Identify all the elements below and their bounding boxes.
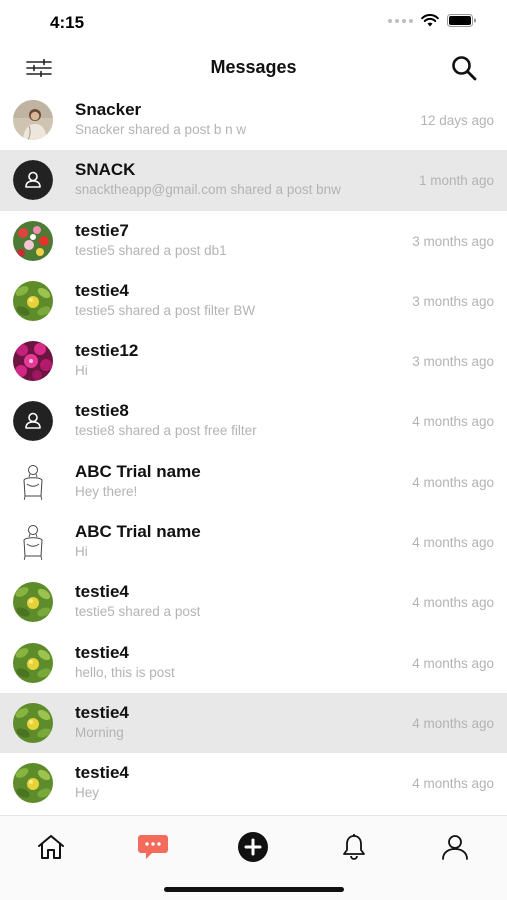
status-icons bbox=[388, 14, 477, 27]
message-row[interactable]: ABC Trial name Hi 4 months ago bbox=[0, 512, 507, 572]
status-bar: 4:15 bbox=[0, 0, 507, 46]
message-timestamp: 4 months ago bbox=[412, 414, 494, 430]
home-indicator bbox=[164, 887, 344, 892]
message-row[interactable]: Snacker Snacker shared a post b n w 12 d… bbox=[0, 90, 507, 150]
default-user-icon bbox=[13, 401, 53, 442]
avatar bbox=[13, 582, 53, 623]
message-list: Snacker Snacker shared a post b n w 12 d… bbox=[0, 90, 507, 815]
message-timestamp: 4 months ago bbox=[412, 535, 494, 551]
message-timestamp: 4 months ago bbox=[412, 474, 494, 490]
message-row[interactable]: testie7 testie5 shared a post db1 3 mont… bbox=[0, 211, 507, 271]
message-timestamp: 3 months ago bbox=[412, 354, 494, 370]
sketch-person-icon bbox=[13, 461, 53, 502]
message-preview: snacktheapp@gmail.com shared a post bnw bbox=[75, 182, 341, 198]
avatar bbox=[13, 280, 53, 321]
search-button[interactable] bbox=[449, 54, 479, 82]
plant-photo-icon bbox=[13, 582, 53, 623]
message-sender-name: testie4 bbox=[75, 763, 129, 783]
nav-bar: Messages bbox=[0, 46, 507, 90]
message-timestamp: 3 months ago bbox=[412, 233, 494, 249]
bell-icon bbox=[343, 834, 365, 860]
message-preview: Hey there! bbox=[75, 483, 138, 499]
portrait-photo-icon bbox=[13, 100, 53, 140]
avatar bbox=[13, 401, 53, 442]
message-preview: Hi bbox=[75, 544, 88, 560]
message-preview: Morning bbox=[75, 724, 124, 740]
message-sender-name: SNACK bbox=[75, 160, 136, 180]
message-preview: testie5 shared a post db1 bbox=[75, 242, 227, 258]
avatar bbox=[13, 702, 53, 743]
cellular-signal-icon bbox=[388, 18, 413, 23]
tab-messages[interactable] bbox=[133, 832, 173, 862]
message-timestamp: 3 months ago bbox=[412, 293, 494, 309]
message-sender-name: testie4 bbox=[75, 280, 129, 300]
message-timestamp: 4 months ago bbox=[412, 595, 494, 611]
status-time: 4:15 bbox=[50, 13, 85, 32]
tab-create[interactable] bbox=[233, 832, 273, 862]
home-icon bbox=[38, 835, 64, 859]
message-preview: Snacker shared a post b n w bbox=[75, 122, 247, 137]
avatar bbox=[13, 642, 53, 683]
plant-photo-icon bbox=[13, 763, 53, 804]
message-preview: testie8 shared a post free filter bbox=[75, 423, 257, 439]
message-sender-name: testie4 bbox=[75, 702, 129, 722]
message-sender-name: Snacker bbox=[75, 100, 142, 119]
tab-profile[interactable] bbox=[435, 832, 475, 862]
chat-bubble-icon bbox=[138, 835, 168, 859]
plant-photo-icon bbox=[13, 280, 53, 321]
sketch-person-icon bbox=[13, 522, 53, 563]
message-timestamp: 1 month ago bbox=[418, 173, 494, 189]
message-row[interactable]: testie4 testie5 shared a post filter BW … bbox=[0, 271, 507, 331]
message-preview: Hi bbox=[75, 363, 88, 379]
message-timestamp: 4 months ago bbox=[412, 715, 494, 731]
message-sender-name: testie8 bbox=[75, 401, 129, 421]
page-title: Messages bbox=[210, 57, 297, 77]
message-preview: Hey bbox=[75, 785, 100, 801]
default-user-icon bbox=[13, 160, 53, 201]
message-sender-name: ABC Trial name bbox=[75, 461, 201, 481]
user-icon bbox=[442, 835, 468, 860]
message-preview: testie5 shared a post filter BW bbox=[75, 302, 256, 318]
tab-home[interactable] bbox=[31, 832, 71, 862]
tab-bar bbox=[0, 815, 507, 900]
message-sender-name: ABC Trial name bbox=[75, 522, 201, 542]
avatar bbox=[13, 522, 53, 563]
avatar bbox=[13, 763, 53, 804]
message-preview: testie5 shared a post bbox=[75, 604, 201, 620]
message-row[interactable]: testie4 hello, this is post 4 months ago bbox=[0, 633, 507, 693]
tab-notifications[interactable] bbox=[334, 832, 374, 862]
avatar bbox=[13, 341, 53, 382]
message-row[interactable]: testie4 testie5 shared a post 4 months a… bbox=[0, 572, 507, 632]
plant-photo-icon bbox=[13, 642, 53, 683]
message-row[interactable]: SNACK snacktheapp@gmail.com shared a pos… bbox=[0, 150, 507, 211]
message-timestamp: 4 months ago bbox=[412, 655, 494, 671]
message-row[interactable]: testie8 testie8 shared a post free filte… bbox=[0, 391, 507, 451]
message-row[interactable]: ABC Trial name Hey there! 4 months ago bbox=[0, 452, 507, 512]
message-sender-name: testie7 bbox=[75, 220, 129, 240]
flowers-photo-icon bbox=[13, 341, 53, 382]
message-sender-name: testie4 bbox=[75, 582, 129, 602]
avatar bbox=[13, 461, 53, 502]
avatar bbox=[13, 100, 53, 140]
message-timestamp: 4 months ago bbox=[412, 776, 494, 792]
battery-icon bbox=[447, 14, 476, 27]
avatar bbox=[13, 160, 53, 201]
message-sender-name: testie12 bbox=[75, 341, 139, 361]
message-sender-name: testie4 bbox=[75, 642, 129, 662]
message-preview: hello, this is post bbox=[75, 664, 175, 680]
message-row[interactable]: testie4 Morning 4 months ago bbox=[0, 692, 507, 754]
plus-circle-icon bbox=[238, 832, 268, 862]
plant-photo-icon bbox=[13, 702, 53, 743]
message-timestamp: 12 days ago bbox=[420, 113, 494, 128]
flowers-photo-icon bbox=[13, 220, 53, 261]
wifi-icon bbox=[421, 14, 439, 27]
message-row[interactable]: testie4 Hey 4 months ago bbox=[0, 753, 507, 813]
message-row[interactable]: testie12 Hi 3 months ago bbox=[0, 331, 507, 391]
search-icon bbox=[452, 56, 477, 81]
avatar bbox=[13, 220, 53, 261]
